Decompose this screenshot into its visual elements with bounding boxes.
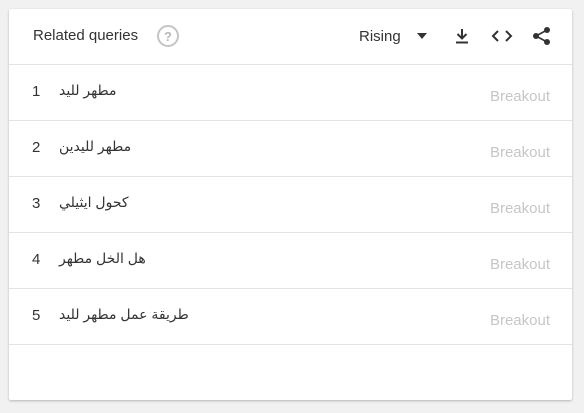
query-term[interactable]: طريقة عمل مطهر لليد <box>59 306 189 323</box>
query-row[interactable]: 1 مطهر لليد Breakout <box>9 65 572 121</box>
query-rank: 5 <box>32 307 41 324</box>
related-queries-card: Related queries ? Rising 1 مطهر لليد Bre… <box>9 9 572 400</box>
embed-icon[interactable] <box>491 25 513 47</box>
card-title: Related queries <box>33 27 139 44</box>
query-value: Breakout <box>489 256 550 273</box>
query-term[interactable]: كحول ايثيلي <box>59 194 129 211</box>
query-row[interactable]: 4 هل الخل مطهر Breakout <box>9 233 572 289</box>
query-row[interactable]: 3 كحول ايثيلي Breakout <box>9 177 572 233</box>
query-row[interactable]: 2 مطهر لليدين Breakout <box>9 121 572 177</box>
query-value: Breakout <box>489 88 550 105</box>
help-icon[interactable]: ? <box>157 25 179 47</box>
query-rank: 3 <box>32 195 41 212</box>
filter-value: Rising <box>359 27 401 45</box>
query-value: Breakout <box>489 144 550 161</box>
query-value: Breakout <box>489 200 550 217</box>
card-header: Related queries ? Rising <box>9 9 572 65</box>
query-term[interactable]: هل الخل مطهر <box>59 250 146 267</box>
query-rank: 2 <box>32 139 41 156</box>
query-rank: 4 <box>32 251 41 268</box>
filter-dropdown[interactable]: Rising <box>359 23 427 49</box>
query-term[interactable]: مطهر لليد <box>59 82 117 99</box>
query-rank: 1 <box>32 83 41 100</box>
query-term[interactable]: مطهر لليدين <box>59 138 131 155</box>
chevron-down-icon <box>416 33 427 39</box>
query-row[interactable]: 5 طريقة عمل مطهر لليد Breakout <box>9 289 572 345</box>
query-value: Breakout <box>489 312 550 329</box>
download-icon[interactable] <box>451 25 473 47</box>
share-icon[interactable] <box>531 25 553 47</box>
